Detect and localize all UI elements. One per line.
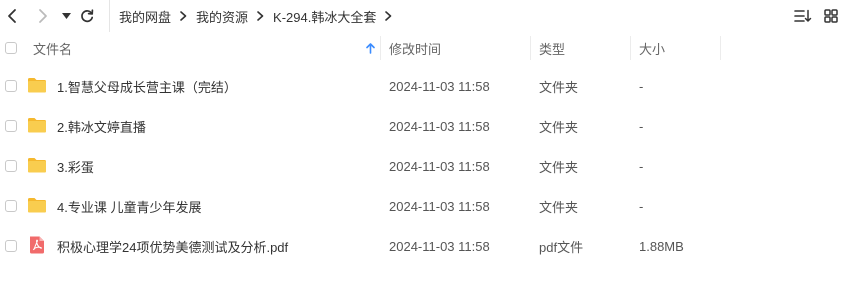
file-row[interactable]: 3.彩蛋 2024-11-03 11:58 文件夹 - <box>0 146 844 186</box>
file-name[interactable]: 积极心理学24项优势美德测试及分析.pdf <box>57 226 288 266</box>
history-dropdown-button[interactable] <box>60 6 72 26</box>
row-checkbox[interactable] <box>5 120 17 132</box>
chevron-right-icon <box>39 9 47 23</box>
row-checkbox[interactable] <box>5 160 17 172</box>
sort-menu-button[interactable] <box>794 7 812 25</box>
column-divider <box>530 36 531 60</box>
sort-ascending-icon[interactable] <box>366 32 375 64</box>
file-name[interactable]: 1.智慧父母成长营主课（完结） <box>57 66 237 106</box>
file-size: - <box>639 198 644 214</box>
file-type: 文件夹 <box>539 119 579 135</box>
row-checkbox[interactable] <box>5 240 17 252</box>
breadcrumb-item-current-folder[interactable]: K-294.韩冰大全套 <box>273 7 376 26</box>
folder-icon <box>28 78 46 93</box>
file-type: 文件夹 <box>539 79 579 95</box>
file-size: - <box>639 78 644 94</box>
file-name[interactable]: 4.专业课 儿童青少年发展 <box>57 186 201 226</box>
breadcrumb-item-my-drive[interactable]: 我的网盘 <box>119 7 171 26</box>
refresh-icon <box>81 9 94 23</box>
toolbar: 我的网盘 我的资源 K-294.韩冰大全套 <box>0 0 844 32</box>
refresh-button[interactable] <box>79 6 95 26</box>
column-divider <box>380 36 381 60</box>
file-modified: 2024-11-03 11:58 <box>389 238 490 254</box>
row-checkbox[interactable] <box>5 200 17 212</box>
column-header-modified[interactable]: 修改时间 <box>389 32 441 64</box>
back-button[interactable] <box>4 6 20 26</box>
file-type: 文件夹 <box>539 159 579 175</box>
file-row[interactable]: 积极心理学24项优势美德测试及分析.pdf 2024-11-03 11:58 p… <box>0 226 844 266</box>
breadcrumb-separator-icon <box>180 11 187 21</box>
forward-button[interactable] <box>35 6 51 26</box>
caret-down-icon <box>61 13 71 19</box>
grid-view-button[interactable] <box>824 7 838 25</box>
breadcrumb-item-my-resources[interactable]: 我的资源 <box>196 7 248 26</box>
file-modified: 2024-11-03 11:58 <box>389 118 490 134</box>
row-checkbox[interactable] <box>5 80 17 92</box>
file-modified: 2024-11-03 11:58 <box>389 158 490 174</box>
file-modified: 2024-11-03 11:58 <box>389 198 490 214</box>
column-header-type[interactable]: 类型 <box>539 32 565 64</box>
file-name[interactable]: 2.韩冰文婷直播 <box>57 106 146 146</box>
breadcrumb-separator-icon <box>257 11 264 21</box>
breadcrumb-separator-icon <box>385 11 392 21</box>
folder-icon <box>28 158 46 173</box>
file-name[interactable]: 3.彩蛋 <box>57 146 94 186</box>
pdf-file-icon <box>30 236 44 254</box>
grid-view-icon <box>824 9 838 23</box>
file-type: 文件夹 <box>539 199 579 215</box>
file-list-header: 文件名 修改时间 类型 大小 <box>0 32 844 64</box>
file-type: pdf文件 <box>539 239 584 255</box>
sort-list-icon <box>794 9 812 22</box>
file-row[interactable]: 2.韩冰文婷直播 2024-11-03 11:58 文件夹 - <box>0 106 844 146</box>
breadcrumb: 我的网盘 我的资源 K-294.韩冰大全套 <box>109 0 401 32</box>
column-divider <box>630 36 631 60</box>
column-header-name[interactable]: 文件名 <box>33 32 72 64</box>
file-modified: 2024-11-03 11:58 <box>389 78 490 94</box>
file-size: - <box>639 118 644 134</box>
column-divider <box>720 36 721 60</box>
column-header-size[interactable]: 大小 <box>639 32 665 64</box>
folder-icon <box>28 198 46 213</box>
select-all-checkbox[interactable] <box>5 42 17 54</box>
file-size: 1.88MB <box>639 238 684 254</box>
file-size: - <box>639 158 644 174</box>
chevron-left-icon <box>8 9 16 23</box>
folder-icon <box>28 118 46 133</box>
file-row[interactable]: 1.智慧父母成长营主课（完结） 2024-11-03 11:58 文件夹 - <box>0 66 844 106</box>
file-row[interactable]: 4.专业课 儿童青少年发展 2024-11-03 11:58 文件夹 - <box>0 186 844 226</box>
